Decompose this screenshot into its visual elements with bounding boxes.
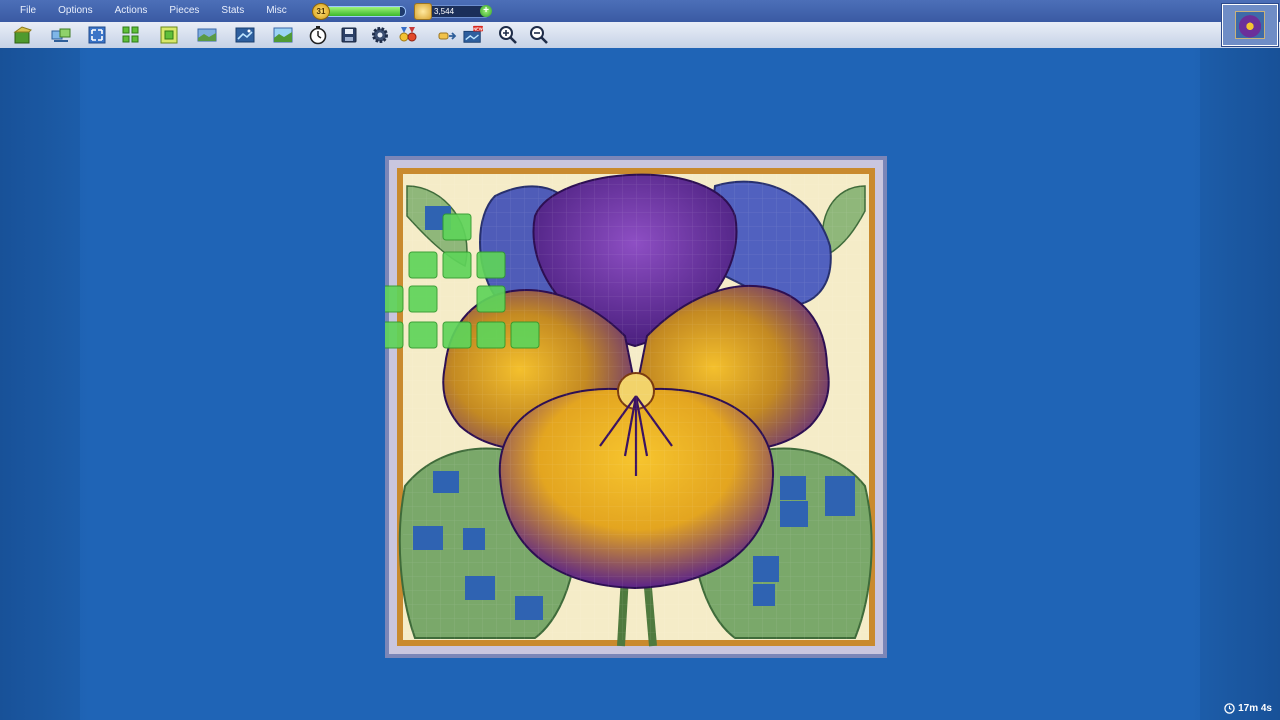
zoom-in-icon[interactable] — [497, 24, 519, 46]
coins-counter[interactable]: 3,544 + — [414, 3, 492, 20]
jigsaw-texture — [403, 174, 869, 640]
elapsed-timer: 17m 4s — [1224, 703, 1272, 714]
elapsed-time-text: 17m 4s — [1238, 703, 1272, 714]
play-area-left-margin — [0, 48, 80, 720]
level-progress[interactable]: 31 — [312, 3, 406, 20]
add-coins-button[interactable]: + — [480, 5, 492, 17]
puzzle-thumbnail[interactable] — [1222, 4, 1278, 46]
save-icon[interactable] — [338, 24, 360, 46]
clock-icon — [1224, 703, 1235, 714]
puzzle-board[interactable] — [385, 156, 887, 658]
zoom-out-icon[interactable] — [528, 24, 550, 46]
menu-file[interactable]: File — [10, 0, 46, 22]
toolbar: NEW — [0, 22, 1280, 49]
timer-icon[interactable] — [307, 24, 329, 46]
coin-stack-icon — [414, 3, 432, 20]
settings-icon[interactable] — [369, 24, 391, 46]
menu-misc[interactable]: Misc — [256, 0, 297, 22]
menu-bar: File Options Actions Pieces Stats Misc 3… — [0, 0, 1280, 23]
scatter-icon[interactable] — [50, 24, 72, 46]
menu-pieces[interactable]: Pieces — [159, 0, 209, 22]
coins-bar: 3,544 + — [424, 5, 492, 18]
preview-image-icon[interactable] — [272, 24, 294, 46]
menu-actions[interactable]: Actions — [105, 0, 158, 22]
coins-amount: 3,544 — [434, 7, 455, 16]
play-area-right-margin — [1200, 48, 1280, 720]
fullscreen-icon[interactable] — [86, 24, 108, 46]
xp-bar-fill — [323, 7, 401, 16]
ghost-image-icon[interactable] — [234, 24, 256, 46]
level-badge: 31 — [312, 3, 330, 20]
frame-pieces-icon[interactable] — [158, 24, 180, 46]
edge-pieces-icon[interactable] — [120, 24, 142, 46]
xp-bar — [322, 6, 406, 17]
puzzle-box-icon[interactable] — [12, 24, 34, 46]
thumbnail-image — [1235, 11, 1265, 39]
menu-stats[interactable]: Stats — [211, 0, 254, 22]
menu-options[interactable]: Options — [48, 0, 102, 22]
achievements-icon[interactable] — [397, 24, 419, 46]
background-icon[interactable] — [196, 24, 218, 46]
new-badge: NEW — [473, 26, 483, 31]
new-picture-icon[interactable]: NEW — [462, 24, 484, 46]
coins-share-icon[interactable] — [437, 24, 459, 46]
